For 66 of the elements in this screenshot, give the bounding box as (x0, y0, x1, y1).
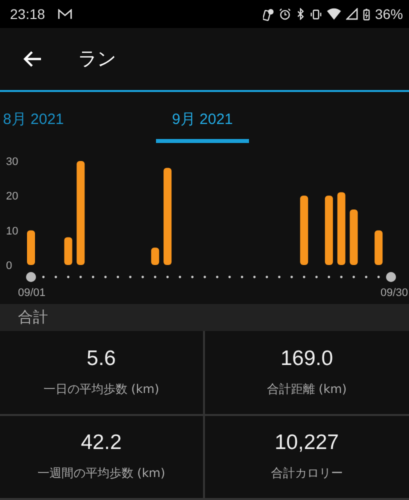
y-axis-label: 0 (6, 260, 12, 272)
x-axis-label: 09/30 (380, 287, 408, 299)
day-dot (216, 276, 218, 278)
day-dot (142, 276, 144, 278)
range-handle[interactable] (26, 272, 36, 282)
day-dot (352, 276, 355, 278)
day-dot (204, 276, 206, 278)
back-arrow-icon (22, 50, 42, 68)
bluetooth-icon (296, 8, 305, 20)
day-dot (302, 276, 306, 278)
bar (374, 230, 383, 265)
alarm-icon (278, 8, 291, 20)
clock: 23:18 (10, 6, 46, 22)
stat-label: 合計カロリー (270, 465, 343, 482)
bar (324, 196, 333, 265)
bar (151, 248, 160, 265)
day-dot (42, 276, 45, 278)
day-dot (340, 276, 343, 278)
day-dot (178, 276, 182, 278)
x-axis-label: 09/01 (18, 287, 46, 299)
day-dot (154, 276, 156, 278)
bar (300, 196, 308, 265)
vibrate-icon (310, 8, 322, 20)
day-dot (54, 276, 58, 278)
day-dot (228, 276, 231, 278)
day-dot (328, 276, 330, 278)
stat-value: 42.2 (80, 431, 122, 456)
stat-value: 10,227 (274, 431, 339, 456)
screen-title: ラン (78, 47, 116, 72)
day-dot (191, 276, 194, 278)
day-dot (266, 276, 268, 278)
signal-icon (346, 8, 358, 20)
day-dot (377, 276, 380, 278)
y-axis-label: 20 (6, 190, 18, 203)
bar (350, 210, 358, 265)
bar (27, 230, 35, 265)
day-dot (92, 276, 94, 278)
day-dot (166, 276, 169, 278)
day-dot (129, 276, 132, 278)
day-dot (253, 276, 256, 278)
stat-label: 一週間の平均歩数 (km) (37, 465, 166, 482)
battery-icon (362, 8, 370, 20)
mail-icon (58, 8, 72, 20)
range-handle[interactable] (386, 272, 396, 282)
day-dot (240, 276, 244, 278)
day-dot (278, 276, 280, 278)
day-dot (104, 276, 107, 278)
day-dot (315, 276, 318, 278)
stat-value: 169.0 (280, 346, 334, 371)
stat-label: 一日の平均歩数 (km) (43, 380, 160, 398)
day-dot (79, 276, 82, 278)
phone-icon (262, 8, 274, 20)
day-dot (364, 276, 368, 278)
section-title: 合計 (18, 308, 48, 327)
day-dot (116, 276, 120, 278)
day-dot (67, 276, 70, 278)
month-tab[interactable]: 9月 2021 (156, 98, 249, 143)
y-axis-label: 10 (6, 225, 18, 238)
day-dot (290, 276, 293, 278)
stat-label: 合計距離 (km) (266, 380, 347, 398)
bar (64, 237, 72, 265)
stat-value: 5.6 (86, 346, 116, 371)
wifi-icon (326, 8, 341, 20)
battery-level: 36% (374, 6, 403, 22)
y-axis-label: 30 (6, 156, 18, 168)
month-tab[interactable]: 8月 2021 (0, 98, 80, 143)
